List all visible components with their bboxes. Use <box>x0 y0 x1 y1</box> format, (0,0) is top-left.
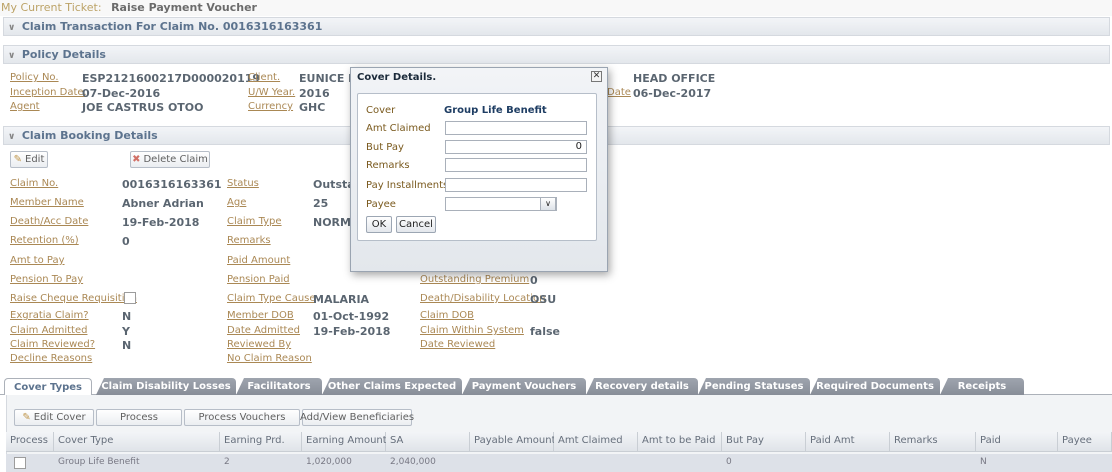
cover-label: Cover <box>366 105 396 116</box>
payee-label: Payee <box>366 199 396 210</box>
remarks-input[interactable] <box>445 158 587 172</box>
cover-details-dialog: Cover Details. ✕ Cover Group Life Benefi… <box>350 67 608 272</box>
but-pay-label: But Pay <box>366 142 404 153</box>
ok-button[interactable]: OK <box>366 216 392 233</box>
cancel-button[interactable]: Cancel <box>396 216 436 233</box>
payee-select[interactable]: ∨ <box>445 197 557 211</box>
pay-installments-label: Pay Installments <box>366 180 449 191</box>
amt-claimed-input[interactable] <box>445 121 587 135</box>
amt-claimed-label: Amt Claimed <box>366 123 431 134</box>
pay-installments-input[interactable] <box>445 178 587 192</box>
close-icon[interactable]: ✕ <box>591 71 602 82</box>
cover-value: Group Life Benefit <box>444 105 547 116</box>
but-pay-input[interactable]: 0 <box>445 140 587 154</box>
dialog-form: Cover Group Life Benefit Amt Claimed But… <box>357 93 597 241</box>
dialog-title: Cover Details. <box>357 72 437 83</box>
remarks-label: Remarks <box>366 160 410 171</box>
chevron-down-icon[interactable]: ∨ <box>540 197 556 211</box>
